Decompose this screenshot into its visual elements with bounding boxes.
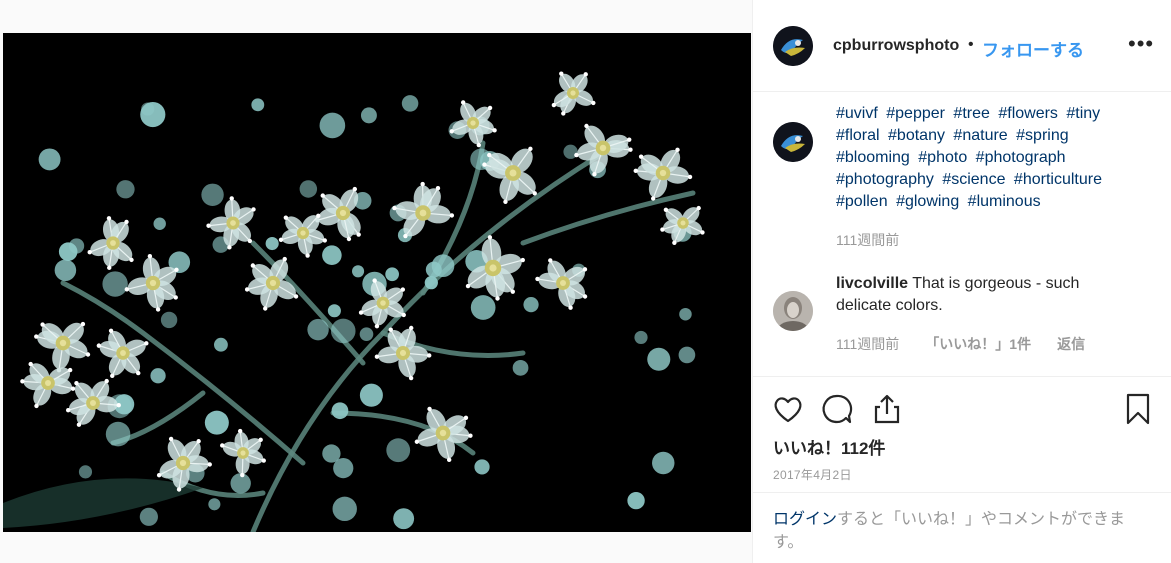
flower-photo-image [3,71,705,532]
hashtag-link[interactable]: #photograph [976,149,1066,166]
share-icon[interactable] [870,392,904,426]
login-prompt: ログインすると「いいね！」やコメントができます。 [773,508,1153,554]
action-bar: いいね！112件 2017年4月2日 [753,378,1171,493]
hashtag-link[interactable]: #flowers [998,105,1058,122]
comment-icon[interactable] [820,392,854,426]
comment: livcolville That is gorgeous - such deli… [836,273,1126,317]
post-photo[interactable] [3,33,751,532]
comment-likes[interactable]: 「いいね！」1件 [925,334,1031,354]
hashtag-link[interactable]: #photography [836,171,934,188]
hashtag-link[interactable]: #uvivf [836,105,878,122]
comment-meta: 111週間前 「いいね！」1件 返信 [836,334,1085,354]
likes-count[interactable]: いいね！112件 [773,434,885,459]
caption-hashtags: #uvivf #pepper #tree #flowers #tiny #flo… [836,103,1146,213]
photo-pane [0,0,752,563]
reply-button[interactable]: 返信 [1057,334,1085,354]
avatar-image [773,122,813,162]
bookmark-icon[interactable] [1121,392,1155,426]
commenter-username[interactable]: livcolville [836,275,908,292]
hashtag-link[interactable]: #luminous [968,193,1041,210]
hashtag-link[interactable]: #pollen [836,193,888,210]
caption-author-avatar[interactable] [773,122,813,162]
avatar-image [773,291,813,331]
comment-timestamp[interactable]: 111週間前 [836,334,899,354]
hashtag-link[interactable]: #glowing [896,193,959,210]
hashtag-link[interactable]: #photo [918,149,967,166]
hashtag-link[interactable]: #blooming [836,149,910,166]
post-side-panel: cpburrowsphoto • フォローする ••• #uvivf #pepp… [752,0,1171,563]
hashtag-link[interactable]: #botany [888,127,945,144]
hashtag-link[interactable]: #floral [836,127,880,144]
hashtag-link[interactable]: #pepper [886,105,945,122]
avatar-image [773,26,813,66]
post-header: cpburrowsphoto • フォローする ••• [753,0,1171,92]
caption-timestamp[interactable]: 111週間前 [836,230,899,250]
heart-icon[interactable] [771,392,805,426]
login-link[interactable]: ログイン [773,511,837,528]
post-date[interactable]: 2017年4月2日 [773,466,852,483]
separator-dot: • [968,36,974,53]
hashtag-link[interactable]: #science [942,171,1005,188]
commenter-avatar[interactable] [773,291,813,331]
more-options-icon[interactable]: ••• [1128,33,1154,55]
hashtag-link[interactable]: #horticulture [1014,171,1102,188]
hashtag-link[interactable]: #nature [953,127,1007,144]
hashtag-link[interactable]: #tiny [1066,105,1100,122]
author-avatar[interactable] [773,26,813,66]
hashtag-link[interactable]: #tree [953,105,989,122]
hashtag-link[interactable]: #spring [1016,127,1068,144]
author-username[interactable]: cpburrowsphoto [833,37,959,55]
follow-button[interactable]: フォローする [982,36,1084,61]
comments-section: #uvivf #pepper #tree #flowers #tiny #flo… [753,92,1171,377]
